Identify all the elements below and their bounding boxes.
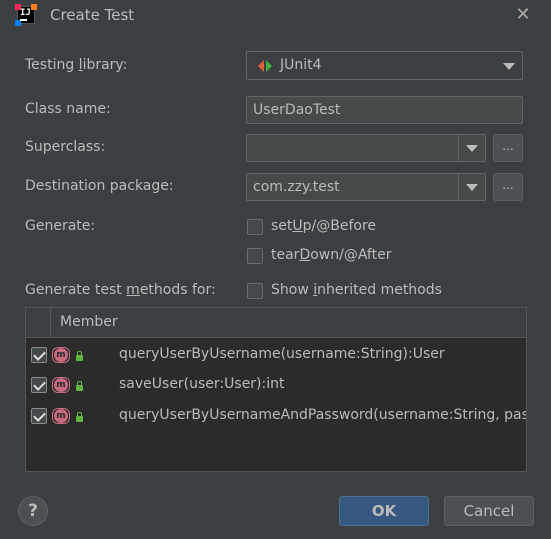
row-checkbox[interactable] — [31, 377, 47, 393]
destination-package-value: com.zzy.test — [253, 179, 340, 195]
close-icon[interactable]: ✕ — [512, 4, 534, 26]
cancel-button[interactable]: Cancel — [444, 496, 534, 526]
method-icon: m — [52, 377, 70, 393]
member-column-header[interactable]: Member — [60, 314, 118, 330]
method-icon: m — [52, 347, 70, 363]
table-row[interactable]: m saveUser(user:User):int — [26, 370, 526, 400]
table-row[interactable]: m queryUserByUsername(username:String):U… — [26, 340, 526, 370]
title-bar: IJ Create Test ✕ — [0, 0, 551, 32]
member-signature: saveUser(user:User):int — [119, 376, 285, 392]
testing-library-value: JUnit4 — [280, 57, 322, 73]
header-divider — [50, 308, 51, 337]
method-icon: m — [52, 408, 70, 424]
superclass-dropdown-button[interactable] — [458, 135, 485, 161]
destination-package-combo[interactable]: com.zzy.test — [246, 173, 486, 201]
destination-package-dropdown-button[interactable] — [458, 174, 485, 200]
chevron-down-icon — [503, 63, 515, 70]
superclass-combo[interactable] — [246, 134, 486, 162]
setup-checkbox[interactable] — [247, 219, 263, 235]
superclass-browse-button[interactable]: ... — [493, 134, 523, 162]
help-button[interactable]: ? — [18, 496, 48, 526]
lock-icon — [76, 381, 83, 391]
ok-button[interactable]: OK — [339, 496, 429, 526]
destination-package-label: Destination package: — [25, 178, 174, 194]
show-inherited-label[interactable]: Show inherited methods — [271, 282, 442, 298]
class-name-input[interactable]: UserDaoTest — [246, 96, 523, 124]
intellij-app-icon: IJ — [15, 4, 37, 26]
junit-icon — [258, 60, 272, 72]
superclass-label: Superclass: — [25, 139, 106, 155]
member-signature: queryUserByUsernameAndPassword(username:… — [119, 407, 526, 423]
methods-for-label: Generate test methods for: — [25, 282, 216, 298]
table-header: Member — [26, 308, 526, 338]
teardown-checkbox[interactable] — [247, 248, 263, 264]
row-checkbox[interactable] — [31, 408, 47, 424]
class-name-label: Class name: — [25, 101, 111, 117]
lock-icon — [76, 351, 83, 361]
generate-label: Generate: — [25, 218, 96, 234]
row-checkbox[interactable] — [31, 347, 47, 363]
destination-package-browse-button[interactable]: ... — [493, 173, 523, 201]
window-title: Create Test — [50, 6, 135, 24]
member-signature: queryUserByUsername(username:String):Use… — [119, 346, 445, 362]
chevron-down-icon — [466, 145, 478, 152]
setup-label[interactable]: setUp/@Before — [271, 218, 376, 234]
testing-library-label: Testing library: — [25, 57, 128, 73]
chevron-down-icon — [466, 184, 478, 191]
table-row[interactable]: m queryUserByUsernameAndPassword(usernam… — [26, 401, 526, 431]
lock-icon — [76, 412, 83, 422]
show-inherited-checkbox[interactable] — [247, 283, 263, 299]
teardown-label[interactable]: tearDown/@After — [271, 247, 391, 263]
members-table: Member m queryUserByUsername(username:St… — [25, 307, 527, 472]
testing-library-select[interactable]: JUnit4 — [246, 51, 523, 80]
